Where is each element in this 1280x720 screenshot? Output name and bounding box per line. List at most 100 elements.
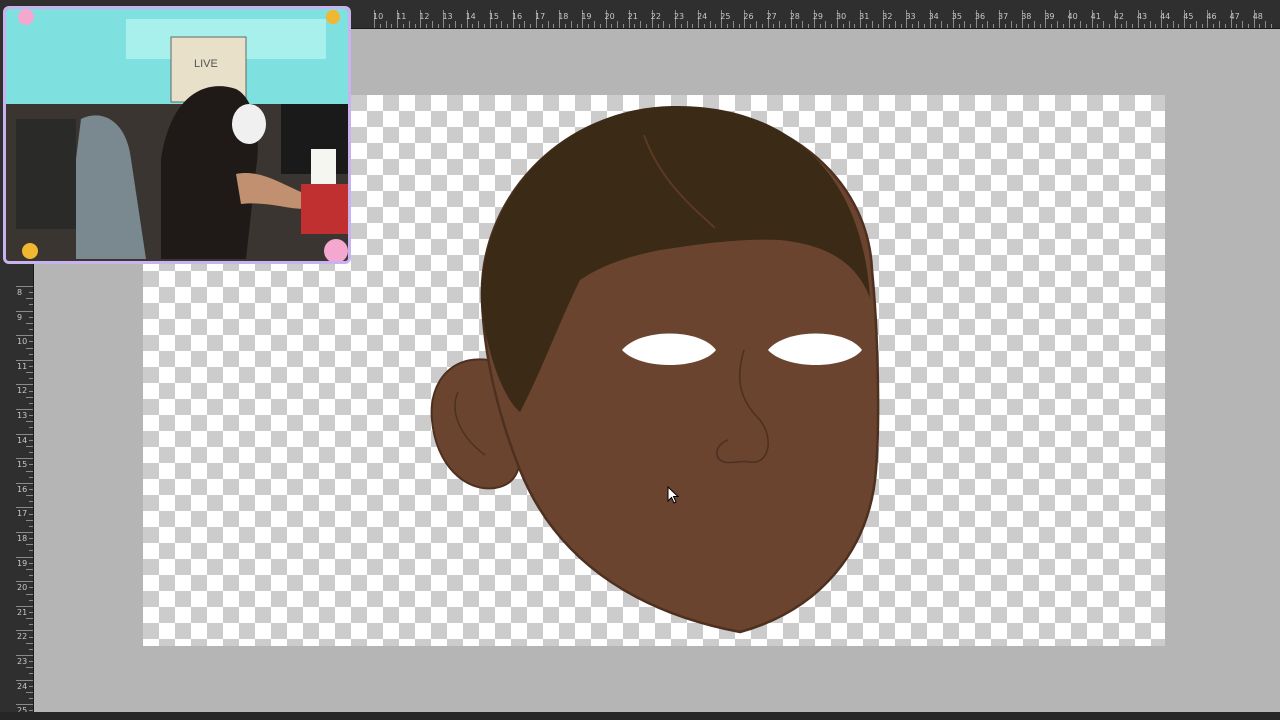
ruler-minor-tick [449, 24, 451, 28]
ruler-minor-tick [472, 24, 474, 28]
ruler-minor-tick [657, 24, 659, 28]
top-ruler-label: 45 [1183, 12, 1194, 21]
ruler-minor-tick [611, 24, 613, 28]
ruler-minor-tick [29, 501, 33, 503]
ruler-minor-tick [1201, 24, 1203, 28]
ruler-minor-tick [796, 24, 798, 28]
ruler-tick [16, 384, 33, 386]
ruler-minor-tick [935, 24, 937, 28]
ruler-minor-tick [29, 648, 33, 650]
ruler-minor-tick [1097, 24, 1099, 28]
ruler-minor-tick [912, 24, 914, 28]
ruler-minor-tick [1033, 21, 1035, 28]
ruler-minor-tick [530, 24, 532, 28]
ruler-minor-tick [431, 21, 433, 28]
left-ruler-label: 23 [17, 657, 28, 666]
top-ruler-label: 38 [1021, 12, 1032, 21]
ruler-minor-tick [29, 685, 33, 687]
ruler-tick [16, 581, 33, 583]
left-ruler-label: 11 [17, 361, 28, 371]
ruler-minor-tick [26, 544, 33, 546]
ruler-minor-tick [1259, 24, 1261, 28]
ruler-minor-tick [1265, 21, 1267, 28]
ruler-minor-tick [29, 513, 33, 515]
ruler-minor-tick [26, 396, 33, 398]
ruler-minor-tick [26, 372, 33, 374]
ruler-minor-tick [1062, 24, 1064, 28]
ruler-minor-tick [865, 24, 867, 28]
ruler-minor-tick [426, 24, 428, 28]
ruler-minor-tick [1190, 24, 1192, 28]
ruler-minor-tick [29, 575, 33, 577]
ruler-minor-tick [29, 525, 33, 527]
ruler-minor-tick [29, 365, 33, 367]
ruler-tick [16, 630, 33, 632]
ruler-minor-tick [923, 24, 925, 28]
ruler-minor-tick [1132, 24, 1134, 28]
ruler-minor-tick [26, 421, 33, 423]
ruler-minor-tick [1056, 21, 1058, 28]
top-ruler-label: 18 [558, 12, 569, 21]
ruler-minor-tick [1236, 24, 1238, 28]
ruler-minor-tick [993, 24, 995, 28]
ruler-tick [16, 507, 33, 509]
ruler-minor-tick [808, 24, 810, 28]
ruler-minor-tick [29, 550, 33, 552]
ruler-minor-tick [1149, 21, 1151, 28]
ruler-minor-tick [1010, 21, 1012, 28]
top-ruler-label: 29 [812, 12, 824, 21]
top-ruler-label: 33 [905, 12, 916, 21]
ruler-minor-tick [29, 464, 33, 466]
ruler-minor-tick [437, 24, 439, 28]
ruler-minor-tick [819, 24, 821, 28]
top-ruler-label: 20 [604, 12, 615, 21]
ruler-minor-tick [26, 568, 33, 570]
ruler-minor-tick [29, 636, 33, 638]
ruler-minor-tick [495, 24, 497, 28]
top-ruler-label: 25 [720, 12, 731, 21]
ruler-minor-tick [761, 24, 763, 28]
ruler-minor-tick [460, 24, 462, 28]
ruler-minor-tick [391, 24, 393, 28]
ruler-tick [16, 335, 33, 337]
ruler-minor-tick [26, 445, 33, 447]
ruler-minor-tick [1213, 24, 1215, 28]
ruler-minor-tick [29, 292, 33, 294]
ruler-minor-tick [29, 329, 33, 331]
ruler-minor-tick [478, 21, 480, 28]
ruler-minor-tick [29, 538, 33, 540]
ruler-minor-tick [576, 24, 578, 28]
mouse-pointer-icon [667, 486, 679, 504]
ruler-minor-tick [692, 24, 694, 28]
top-ruler-label: 21 [627, 12, 638, 21]
ruler-minor-tick [1242, 21, 1244, 28]
ruler-minor-tick [29, 341, 33, 343]
ruler-minor-tick [1039, 24, 1041, 28]
webcam-overlay: LIVE [3, 6, 351, 264]
ruler-minor-tick [848, 21, 850, 28]
ruler-minor-tick [715, 24, 717, 28]
left-ruler-label: 15 [17, 460, 28, 470]
ruler-minor-tick [941, 21, 943, 28]
ruler-tick [16, 655, 33, 656]
top-ruler-label: 19 [581, 12, 592, 21]
ruler-minor-tick [1080, 21, 1082, 28]
ruler-minor-tick [26, 667, 33, 669]
top-ruler-label: 34 [928, 12, 939, 21]
ruler-minor-tick [831, 24, 833, 28]
ruler-minor-tick [29, 673, 33, 675]
ruler-minor-tick [507, 24, 509, 28]
webcam-feed: LIVE [6, 9, 348, 261]
ruler-minor-tick [26, 470, 33, 472]
left-ruler-label: 10 [17, 337, 28, 347]
ruler-minor-tick [593, 21, 595, 28]
ruler-minor-tick [553, 24, 555, 28]
left-ruler-label: 12 [17, 386, 28, 396]
ruler-minor-tick [773, 24, 775, 28]
ruler-minor-tick [29, 439, 33, 441]
ruler-minor-tick [1027, 24, 1029, 28]
ruler-minor-tick [455, 21, 457, 28]
ruler-minor-tick [1218, 21, 1220, 28]
top-ruler-label: 36 [974, 12, 986, 21]
ruler-minor-tick [686, 21, 688, 28]
